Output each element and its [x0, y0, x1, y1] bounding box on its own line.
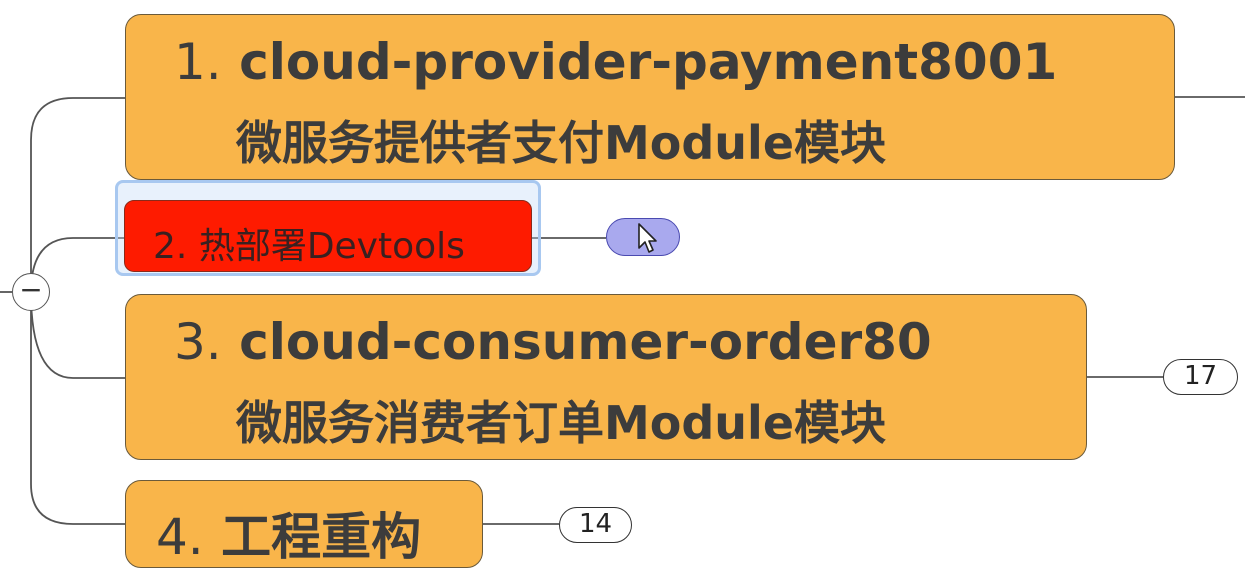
topic-node-1-title: 1. cloud-provider-payment8001: [174, 33, 1057, 91]
topic-node-1-subtitle: 微服务提供者支付Module模块: [236, 116, 887, 170]
topic-node-1[interactable]: 1. cloud-provider-payment8001 微服务提供者支付Mo…: [125, 14, 1175, 180]
topic-node-3-subtitle: 微服务消费者订单Module模块: [236, 396, 887, 450]
collapsed-count-badge-node-4[interactable]: 14: [559, 507, 632, 543]
topic-node-3[interactable]: 3. cloud-consumer-order80 微服务消费者订单Module…: [125, 294, 1087, 460]
topic-node-4[interactable]: 4. 工程重构: [125, 480, 483, 568]
collapsed-count-badge-node-3[interactable]: 17: [1163, 359, 1238, 395]
topic-number: 2.: [153, 226, 188, 267]
topic-number: 1.: [174, 33, 222, 91]
topic-title: 工程重构: [221, 508, 422, 566]
topic-number: 3.: [174, 313, 222, 371]
topic-node-2-selected[interactable]: 2. 热部署Devtools: [124, 200, 532, 272]
topic-node-2-title: 2. 热部署Devtools: [153, 217, 465, 269]
topic-node-3-title: 3. cloud-consumer-order80: [174, 313, 932, 371]
topic-title: cloud-consumer-order80: [239, 313, 932, 371]
topic-title: cloud-provider-payment8001: [239, 33, 1058, 91]
mouse-pointer-icon: [638, 223, 657, 253]
connector-node-3: [30, 291, 125, 379]
topic-title: 热部署Devtools: [198, 226, 465, 267]
topic-number: 4.: [156, 508, 204, 566]
topic-node-4-title: 4. 工程重构: [156, 497, 421, 569]
connector-node-1: [30, 97, 125, 292]
mindmap-canvas: 1. cloud-provider-payment8001 微服务提供者支付Mo…: [0, 0, 1245, 581]
connector-node-4: [30, 292, 125, 525]
collapse-toggle-minus-icon[interactable]: −: [12, 273, 50, 311]
